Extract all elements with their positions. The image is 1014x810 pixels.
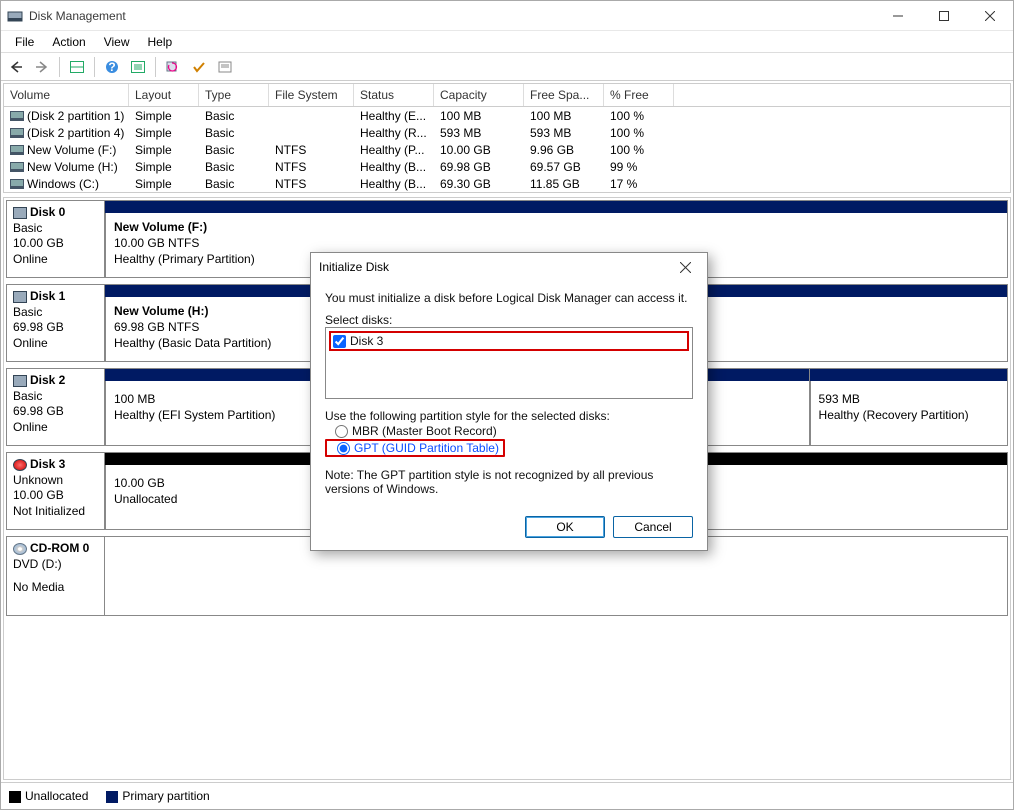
dialog-title: Initialize Disk xyxy=(319,260,671,274)
disk3-label: Disk 3 xyxy=(350,334,383,348)
col-free-space[interactable]: Free Spa... xyxy=(524,84,604,106)
toolbar: ? xyxy=(1,53,1013,81)
menu-action[interactable]: Action xyxy=(44,33,93,51)
app-icon xyxy=(7,8,23,24)
warning-icon xyxy=(13,459,27,471)
volume-grid: Volume Layout Type File System Status Ca… xyxy=(3,83,1011,193)
dialog-titlebar: Initialize Disk xyxy=(311,253,707,281)
col-volume[interactable]: Volume xyxy=(4,84,129,106)
dialog-body: You must initialize a disk before Logica… xyxy=(311,281,707,516)
table-row[interactable]: New Volume (F:)SimpleBasicNTFSHealthy (P… xyxy=(4,141,1010,158)
dialog-note: Note: The GPT partition style is not rec… xyxy=(325,468,693,496)
table-row[interactable]: New Volume (H:)SimpleBasicNTFSHealthy (B… xyxy=(4,158,1010,175)
disk-icon xyxy=(13,207,27,219)
disk-info: CD-ROM 0DVD (D:)No Media xyxy=(7,537,105,615)
ok-button[interactable]: OK xyxy=(525,516,605,538)
back-button[interactable] xyxy=(5,56,27,78)
minimize-button[interactable] xyxy=(875,1,921,31)
mbr-label: MBR (Master Boot Record) xyxy=(352,424,497,438)
table-row[interactable]: Windows (C:)SimpleBasicNTFSHealthy (B...… xyxy=(4,175,1010,192)
menu-help[interactable]: Help xyxy=(140,33,181,51)
table-row[interactable]: (Disk 2 partition 1)SimpleBasicHealthy (… xyxy=(4,107,1010,124)
gpt-radio[interactable] xyxy=(337,442,350,455)
disk-select-list[interactable]: Disk 3 xyxy=(325,327,693,399)
forward-button[interactable] xyxy=(31,56,53,78)
grid-body: (Disk 2 partition 1)SimpleBasicHealthy (… xyxy=(4,107,1010,192)
menu-file[interactable]: File xyxy=(7,33,42,51)
legend-unallocated: Unallocated xyxy=(9,789,88,803)
mbr-option[interactable]: MBR (Master Boot Record) xyxy=(335,423,693,439)
col-file-system[interactable]: File System xyxy=(269,84,354,106)
window-title: Disk Management xyxy=(29,9,875,23)
disk-info: Disk 3Unknown10.00 GBNot Initialized xyxy=(7,453,105,529)
dialog-buttons: OK Cancel xyxy=(311,516,707,550)
dialog-message: You must initialize a disk before Logica… xyxy=(325,291,693,305)
settings-list-icon[interactable] xyxy=(127,56,149,78)
disk3-checkbox[interactable] xyxy=(333,335,346,348)
gpt-label: GPT (GUID Partition Table) xyxy=(354,441,499,455)
col-capacity[interactable]: Capacity xyxy=(434,84,524,106)
help-icon[interactable]: ? xyxy=(101,56,123,78)
disk-icon xyxy=(13,375,27,387)
disk-select-item[interactable]: Disk 3 xyxy=(329,331,689,351)
partition[interactable]: 100 MBHealthy (EFI System Partition) xyxy=(105,381,321,445)
disk-info: Disk 2Basic69.98 GBOnline xyxy=(7,369,105,445)
disk-info: Disk 1Basic69.98 GBOnline xyxy=(7,285,105,361)
titlebar: Disk Management xyxy=(1,1,1013,31)
menubar: File Action View Help xyxy=(1,31,1013,53)
close-button[interactable] xyxy=(967,1,1013,31)
disk-icon xyxy=(13,291,27,303)
dialog-close-button[interactable] xyxy=(671,253,699,281)
view-split-icon[interactable] xyxy=(66,56,88,78)
legend-primary: Primary partition xyxy=(106,789,209,803)
col-status[interactable]: Status xyxy=(354,84,434,106)
refresh-icon[interactable] xyxy=(162,56,184,78)
maximize-button[interactable] xyxy=(921,1,967,31)
properties-icon[interactable] xyxy=(214,56,236,78)
table-row[interactable]: (Disk 2 partition 4)SimpleBasicHealthy (… xyxy=(4,124,1010,141)
col-layout[interactable]: Layout xyxy=(129,84,199,106)
partition-style-label: Use the following partition style for th… xyxy=(325,409,693,423)
menu-view[interactable]: View xyxy=(96,33,138,51)
cancel-button[interactable]: Cancel xyxy=(613,516,693,538)
col-type[interactable]: Type xyxy=(199,84,269,106)
select-disks-label: Select disks: xyxy=(325,313,693,327)
gpt-option[interactable]: GPT (GUID Partition Table) xyxy=(325,439,505,457)
check-icon[interactable] xyxy=(188,56,210,78)
initialize-disk-dialog: Initialize Disk You must initialize a di… xyxy=(310,252,708,551)
grid-header: Volume Layout Type File System Status Ca… xyxy=(4,84,1010,107)
window-controls xyxy=(875,1,1013,31)
col-percent-free[interactable]: % Free xyxy=(604,84,674,106)
svg-text:?: ? xyxy=(108,60,115,74)
mbr-radio[interactable] xyxy=(335,425,348,438)
disk-info: Disk 0Basic10.00 GBOnline xyxy=(7,201,105,277)
partition[interactable]: 593 MBHealthy (Recovery Partition) xyxy=(810,381,1007,445)
legend: Unallocated Primary partition xyxy=(1,782,1013,809)
